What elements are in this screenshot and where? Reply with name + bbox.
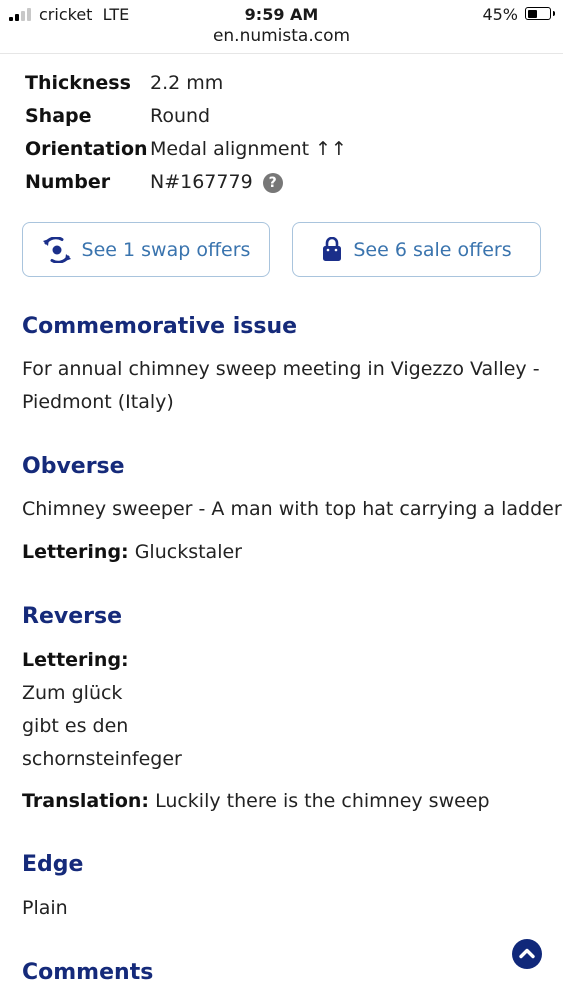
shopping-bag-icon — [323, 236, 342, 261]
lettering-line: schornsteinfeger — [22, 748, 182, 770]
spec-value: Medal alignment ↑↑ — [150, 138, 347, 160]
lettering-line: gibt es den — [22, 715, 129, 737]
reverse-lettering: Lettering: Zum glück gibt es den schorns… — [22, 644, 182, 776]
spec-label: Thickness — [25, 72, 131, 94]
lettering-value: Gluckstaler — [134, 541, 242, 563]
spec-value: 2.2 mm — [150, 72, 224, 94]
address-bar-url[interactable]: en.numista.com — [0, 26, 563, 46]
translation-value: Luckily there is the chimney sweep — [155, 790, 490, 812]
swap-offers-button[interactable]: See 1 swap offers — [22, 222, 270, 277]
spec-value: 23.5 mm — [150, 54, 235, 62]
comments-heading: Comments — [22, 960, 154, 985]
spec-label: Number — [25, 171, 111, 193]
scroll-to-top-button[interactable] — [512, 939, 542, 969]
edge-heading: Edge — [22, 852, 84, 877]
question-circle-icon[interactable]: ? — [262, 173, 283, 193]
spec-label: Diameter — [25, 54, 124, 62]
translation-label: Translation: — [22, 790, 150, 812]
spec-value: Round — [150, 105, 211, 127]
obverse-heading: Obverse — [22, 454, 125, 479]
commemorative-line: For annual chimney sweep meeting in Vige… — [22, 358, 540, 380]
commemorative-line: Piedmont (Italy) — [22, 391, 174, 413]
swap-offers-label: See 1 swap offers — [81, 238, 251, 261]
commemorative-issue-text: For annual chimney sweep meeting in Vige… — [22, 353, 540, 419]
reverse-heading: Reverse — [22, 604, 122, 629]
spec-label: Orientation — [25, 138, 148, 160]
lettering-label: Lettering: — [22, 541, 129, 563]
lettering-line: Zum glück — [22, 682, 123, 704]
spec-label: Shape — [25, 105, 92, 127]
catalog-number: N#167779 — [150, 171, 253, 193]
sale-offers-button[interactable]: See 6 sale offers — [292, 222, 541, 277]
commemorative-issue-heading: Commemorative issue — [22, 314, 298, 339]
battery-level — [527, 9, 537, 18]
battery-percentage: 45% — [482, 5, 518, 24]
page-content[interactable]: Diameter 23.5 mm Thickness 2.2 mm Shape … — [0, 54, 563, 1000]
reverse-translation: Translation: Luckily there is the chimne… — [22, 785, 490, 818]
status-time: 9:59 AM — [244, 5, 319, 24]
swap-icon — [42, 236, 71, 263]
edge-value: Plain — [22, 897, 68, 919]
obverse-description: Chimney sweeper - A man with top hat car… — [22, 498, 562, 520]
sale-offers-label: See 6 sale offers — [353, 238, 512, 261]
chevron-up-icon — [519, 948, 535, 959]
obverse-lettering: Lettering: Gluckstaler — [22, 536, 242, 569]
lettering-label: Lettering: — [22, 649, 129, 671]
battery-icon — [525, 7, 555, 20]
spec-value: N#167779? — [150, 167, 283, 197]
